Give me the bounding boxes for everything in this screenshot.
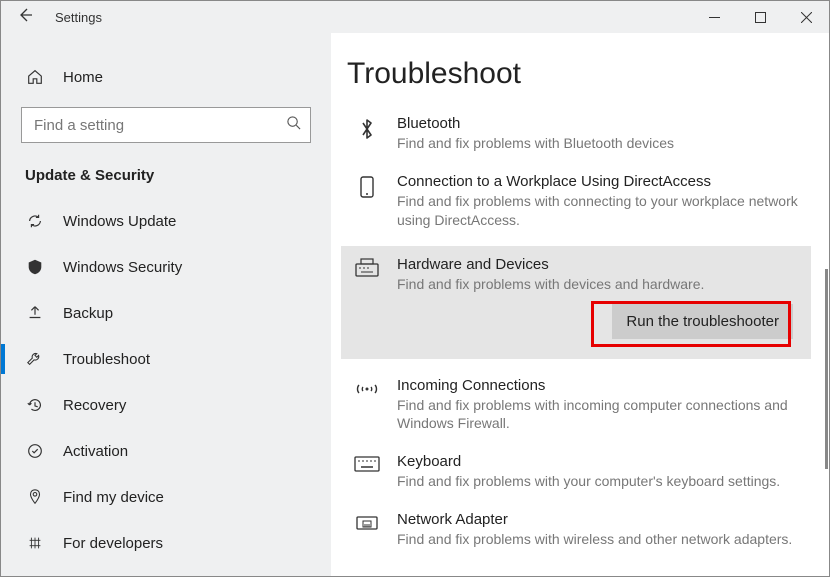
sidebar-item-label: Troubleshoot (63, 351, 150, 368)
history-icon (25, 396, 45, 414)
backup-icon (25, 304, 45, 322)
search-input[interactable] (21, 107, 311, 143)
run-troubleshooter-button[interactable]: Run the troubleshooter (612, 304, 793, 339)
bluetooth-icon (353, 115, 381, 153)
close-icon (801, 12, 812, 23)
arrow-left-icon (17, 7, 33, 23)
troubleshooter-network-adapter[interactable]: Network Adapter Find and fix problems wit… (347, 501, 805, 559)
sidebar-item-windows-update[interactable]: Windows Update (1, 198, 331, 244)
sidebar: Home Update & Security Windows Update Wi… (1, 33, 331, 576)
sidebar-item-label: Find my device (63, 489, 164, 506)
sidebar-item-label: Recovery (63, 397, 126, 414)
sidebar-item-label: Windows Security (63, 259, 182, 276)
sidebar-item-activation[interactable]: Activation (1, 428, 331, 474)
sidebar-item-windows-security[interactable]: Windows Security (1, 244, 331, 290)
main-content: Troubleshoot Bluetooth Find and fix probl… (331, 33, 829, 576)
network-adapter-icon (353, 511, 381, 549)
troubleshooter-bluetooth[interactable]: Bluetooth Find and fix problems with Blue… (347, 105, 805, 163)
minimize-icon (709, 12, 720, 23)
troubleshooter-hardware[interactable]: Hardware and Devices Find and fix problem… (341, 246, 811, 304)
troubleshooter-title: Bluetooth (397, 115, 674, 132)
home-label: Home (63, 69, 103, 86)
minimize-button[interactable] (691, 1, 737, 33)
keyboard-flat-icon (353, 453, 381, 491)
sidebar-item-troubleshoot[interactable]: Troubleshoot (1, 336, 331, 382)
check-circle-icon (25, 442, 45, 460)
troubleshooter-incoming-connections[interactable]: Incoming Connections Find and fix problem… (347, 367, 805, 444)
home-icon (25, 68, 45, 86)
wrench-icon (25, 350, 45, 368)
sidebar-item-for-developers[interactable]: For developers (1, 520, 331, 566)
scrollbar-thumb[interactable] (825, 269, 828, 469)
search-icon (286, 115, 301, 135)
troubleshooter-desc: Find and fix problems with Bluetooth dev… (397, 134, 674, 153)
close-button[interactable] (783, 1, 829, 33)
app-title: Settings (49, 10, 102, 25)
keyboard-icon (353, 256, 381, 294)
category-header: Update & Security (1, 163, 331, 198)
troubleshooter-title: Hardware and Devices (397, 256, 704, 273)
home-link[interactable]: Home (1, 59, 331, 95)
troubleshooter-title: Keyboard (397, 453, 780, 470)
page-title: Troubleshoot (347, 57, 805, 91)
sidebar-item-label: Backup (63, 305, 113, 322)
shield-icon (25, 258, 45, 276)
troubleshooter-title: Incoming Connections (397, 377, 799, 394)
troubleshooter-keyboard[interactable]: Keyboard Find and fix problems with your … (347, 443, 805, 501)
developer-icon (25, 534, 45, 552)
location-icon (25, 488, 45, 506)
search-box[interactable] (21, 107, 311, 143)
troubleshooter-title: Connection to a Workplace Using DirectAc… (397, 173, 799, 190)
troubleshooter-directaccess[interactable]: Connection to a Workplace Using DirectAc… (347, 163, 805, 240)
signal-icon (353, 377, 381, 434)
sidebar-item-label: For developers (63, 535, 163, 552)
troubleshooter-hardware-selected: Hardware and Devices Find and fix problem… (341, 246, 811, 359)
troubleshooter-desc: Find and fix problems with devices and h… (397, 275, 704, 294)
troubleshooter-desc: Find and fix problems with incoming comp… (397, 396, 799, 434)
troubleshooter-desc: Find and fix problems with connecting to… (397, 192, 799, 230)
troubleshooter-desc: Find and fix problems with wireless and … (397, 530, 792, 549)
sidebar-item-find-my-device[interactable]: Find my device (1, 474, 331, 520)
title-bar: Settings (1, 1, 829, 33)
phone-icon (353, 173, 381, 230)
sidebar-item-recovery[interactable]: Recovery (1, 382, 331, 428)
troubleshooter-desc: Find and fix problems with your computer… (397, 472, 780, 491)
back-button[interactable] (1, 7, 49, 28)
sidebar-item-label: Activation (63, 443, 128, 460)
troubleshooter-title: Network Adapter (397, 511, 792, 528)
sidebar-item-backup[interactable]: Backup (1, 290, 331, 336)
maximize-button[interactable] (737, 1, 783, 33)
refresh-icon (25, 212, 45, 230)
sidebar-item-label: Windows Update (63, 213, 176, 230)
maximize-icon (755, 12, 766, 23)
